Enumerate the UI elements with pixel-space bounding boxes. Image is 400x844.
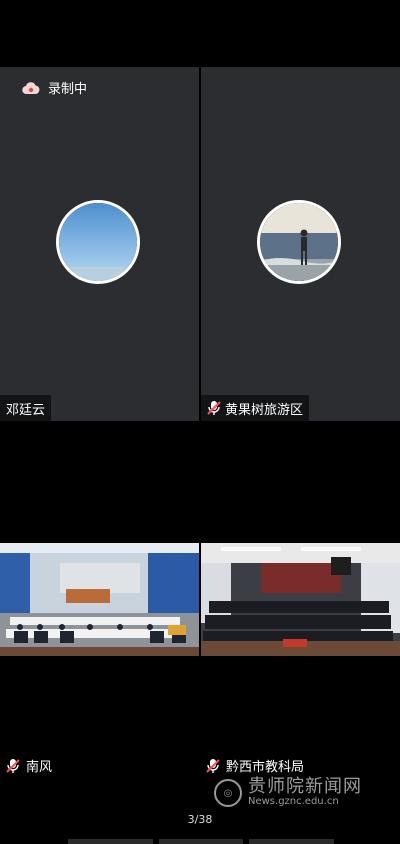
mic-muted-icon <box>6 758 20 773</box>
mic-muted-icon <box>207 401 221 415</box>
participant-name: 黔西市教科局 <box>226 760 305 775</box>
watermark-url: News.gznc.edu.cn <box>248 796 339 807</box>
bottom-toolbar-hint <box>68 839 335 844</box>
cloud-record-icon <box>22 81 40 94</box>
participant-name: 黄果树旅游区 <box>225 402 304 418</box>
page-indicator: 3/38 <box>187 813 213 826</box>
participant-tile-3[interactable] <box>0 543 199 656</box>
video-feed <box>0 543 199 656</box>
participant-name-tag: 黄果树旅游区 <box>201 395 310 421</box>
participant-name-tag: 邓廷云 <box>0 395 52 421</box>
news-watermark: ◎ 贵师院新闻网 News.gznc.edu.cn <box>214 778 362 808</box>
participant-tile-2[interactable]: 黄果树旅游区 <box>201 67 400 421</box>
school-logo-icon: ◎ <box>214 779 242 807</box>
recording-label: 录制中 <box>48 82 88 97</box>
recording-indicator[interactable]: 录制中 <box>22 78 87 97</box>
participant-avatar <box>56 200 140 284</box>
watermark-title: 贵师院新闻网 <box>248 776 362 797</box>
mic-muted-icon <box>206 758 220 773</box>
participant-avatar <box>257 200 341 284</box>
participant-name: 南风 <box>26 760 53 775</box>
participant-name-tag: 黔西市教科局 <box>206 756 304 775</box>
participant-tile-4[interactable] <box>201 543 400 656</box>
video-feed <box>201 543 400 656</box>
participant-tile-1[interactable]: 邓廷云 <box>0 67 199 421</box>
participant-name-tag: 南风 <box>6 756 52 775</box>
participant-name: 邓廷云 <box>6 402 46 418</box>
